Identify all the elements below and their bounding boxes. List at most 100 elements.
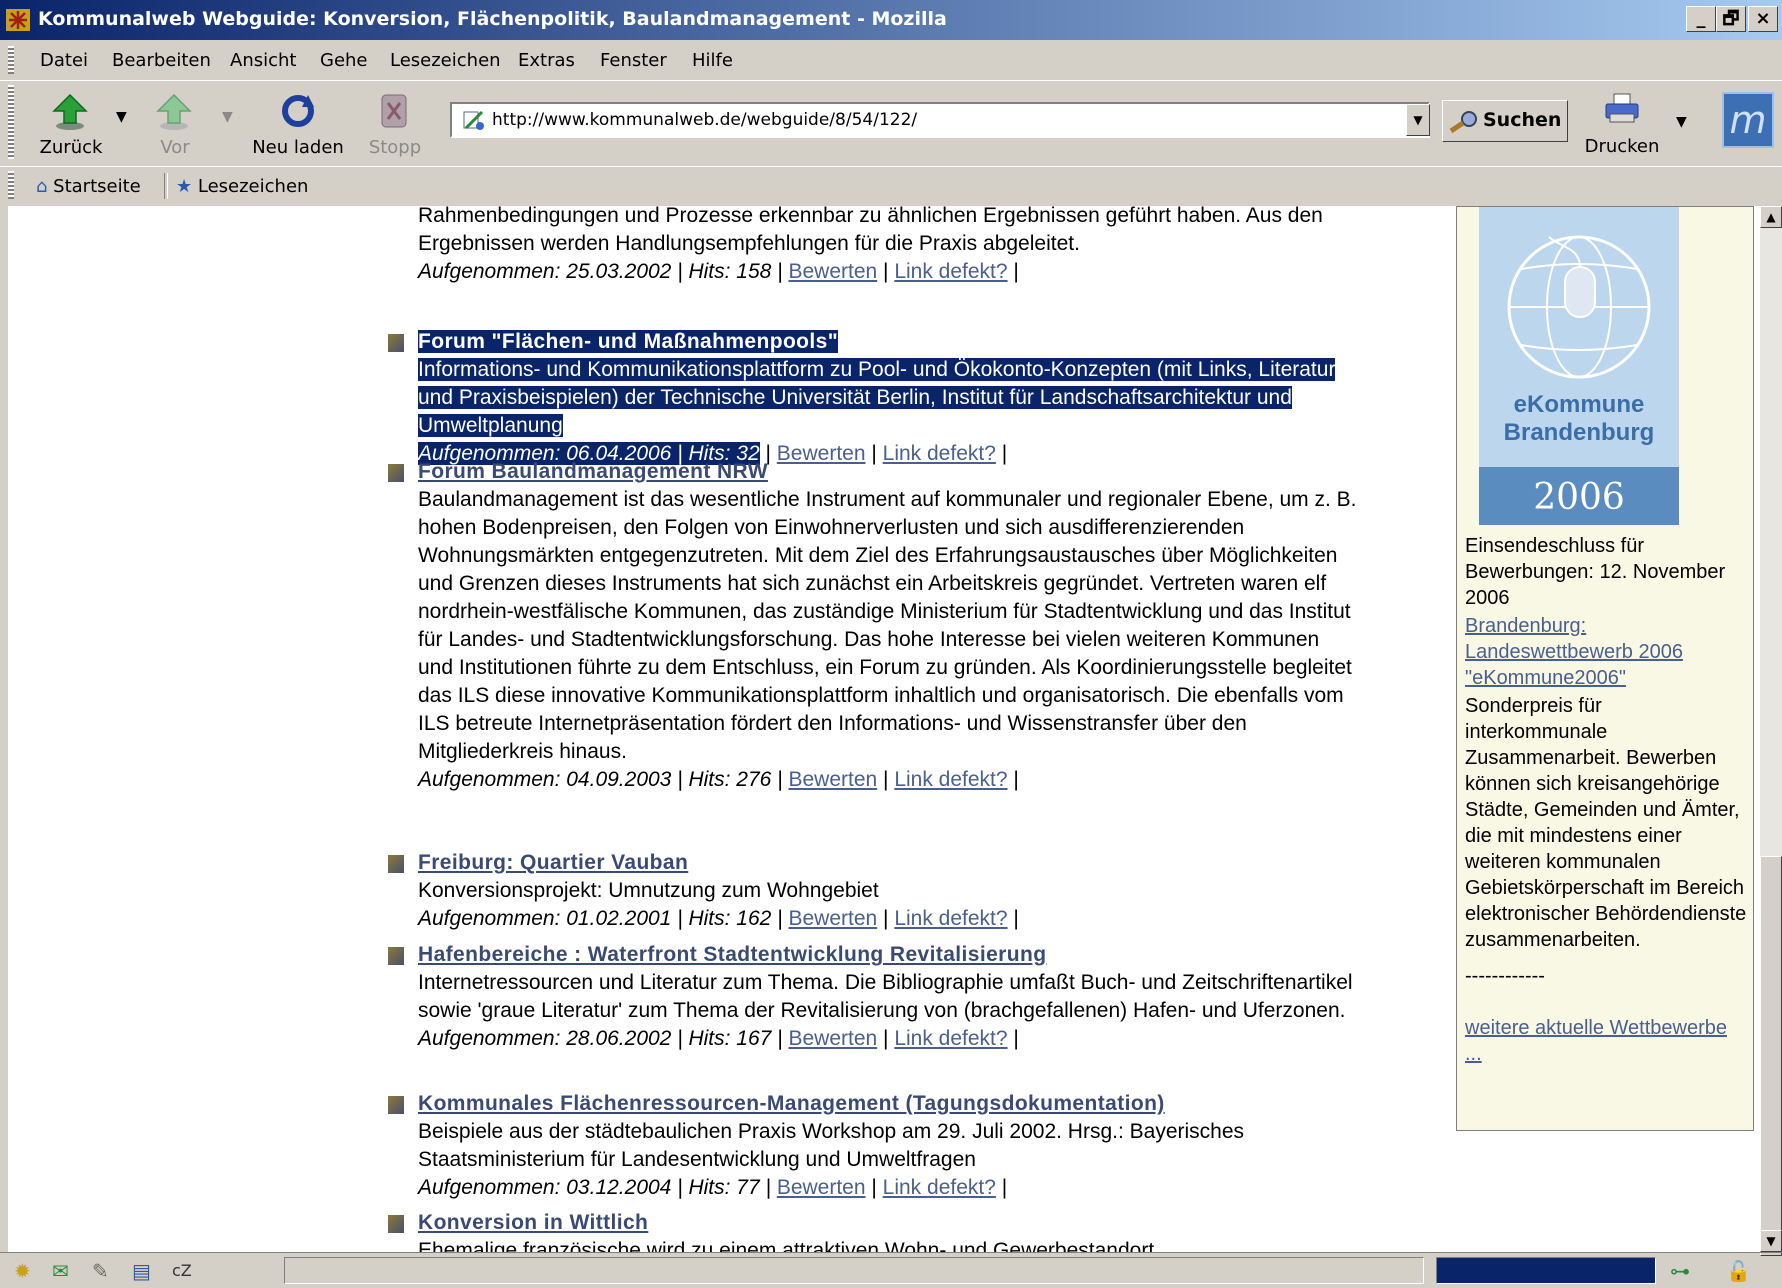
- badge-line2: Brandenburg: [1503, 419, 1655, 446]
- online-status-icon[interactable]: ⊶: [1670, 1259, 1690, 1283]
- sidebar-competition-box: eKommune Brandenburg 2006 Einsendeschlus…: [1456, 206, 1754, 1131]
- page-proxy-icon: [463, 110, 484, 130]
- menu-fenster[interactable]: Fenster: [600, 50, 667, 71]
- menu-hilfe[interactable]: Hilfe: [692, 50, 733, 71]
- composer-icon[interactable]: ✎: [92, 1259, 109, 1283]
- security-lock-icon[interactable]: 🔓: [1726, 1259, 1751, 1283]
- entry-title-link[interactable]: Hafenbereiche : Waterfront Stadtentwickl…: [418, 943, 1046, 966]
- bookmarks-label: Lesezeichen: [197, 176, 309, 197]
- entry-meta-text: Aufgenommen: 01.02.2001 | Hits: 162 |: [418, 907, 783, 930]
- rate-link[interactable]: Bewerten: [788, 768, 877, 791]
- back-dropdown-icon[interactable]: ▼: [116, 109, 127, 125]
- link-defect-link[interactable]: Link defekt?: [894, 907, 1007, 930]
- scrollbar-thumb[interactable]: [1760, 856, 1782, 1256]
- vertical-scrollbar[interactable]: ▲ ▼: [1760, 206, 1782, 1256]
- irc-chat-icon[interactable]: cZ: [172, 1261, 192, 1280]
- entry-description: Konversionsprojekt: Umnutzung zum Wohnge…: [418, 879, 879, 902]
- page-content[interactable]: Rahmenbedingungen und Prozesse erkennbar…: [8, 206, 1760, 1252]
- menu-ansicht[interactable]: Ansicht: [230, 50, 296, 71]
- bullet-icon: [388, 334, 404, 352]
- window-title: Kommunalweb Webguide: Konversion, Fläche…: [38, 8, 947, 30]
- list-item: Forum Baulandmanagement NRW Baulandmanag…: [388, 458, 1358, 794]
- print-button[interactable]: Drucken: [1582, 86, 1662, 162]
- back-button[interactable]: Zurück: [36, 87, 106, 163]
- link-defect-link[interactable]: Link defekt?: [894, 768, 1007, 791]
- reload-label: Neu laden: [252, 137, 344, 158]
- link-defect-link[interactable]: Link defekt?: [883, 1176, 996, 1199]
- printer-icon: [1605, 93, 1639, 123]
- forward-label: Vor: [160, 137, 190, 158]
- reload-button[interactable]: Neu laden: [250, 87, 346, 163]
- competition-description: Sonderpreis für interkommunale Zusammena…: [1465, 695, 1747, 951]
- menu-datei[interactable]: Datei: [40, 50, 88, 71]
- navigator-icon[interactable]: ✹: [14, 1259, 31, 1283]
- link-defect-link[interactable]: Link defekt?: [894, 1027, 1007, 1050]
- competition-link[interactable]: Brandenburg: Landeswettbewerb 2006 "eKom…: [1465, 613, 1749, 691]
- link-defect-link[interactable]: Link defekt?: [894, 260, 1007, 283]
- entry-meta-text: Aufgenommen: 28.06.2002 | Hits: 167 |: [418, 1027, 783, 1050]
- toolbar-grip[interactable]: [8, 85, 14, 159]
- list-item: Hafenbereiche : Waterfront Stadtentwickl…: [388, 941, 1358, 1053]
- entry-description: Baulandmanagement ist das wesentliche In…: [418, 488, 1357, 763]
- bookmarks-separator: [164, 173, 168, 199]
- scroll-down-icon[interactable]: ▼: [1760, 1230, 1782, 1252]
- stop-label: Stopp: [368, 137, 422, 158]
- forward-dropdown-icon[interactable]: ▼: [222, 109, 233, 125]
- more-competitions-link[interactable]: weitere aktuelle Wettbewerbe ...: [1465, 1015, 1749, 1067]
- url-text[interactable]: http://www.kommunalweb.de/webguide/8/54/…: [492, 110, 917, 130]
- menu-bearbeiten[interactable]: Bearbeiten: [112, 50, 211, 71]
- minimize-button[interactable]: _: [1686, 6, 1716, 32]
- home-label: Startseite: [53, 176, 141, 197]
- toolbar-grip[interactable]: [8, 171, 14, 199]
- entry-title-link[interactable]: Forum "Flächen- und Maßnahmenpools": [418, 330, 839, 353]
- status-text-panel: [284, 1257, 1424, 1284]
- home-bookmark[interactable]: ⌂ Startseite: [36, 176, 141, 197]
- search-label: Suchen: [1483, 109, 1562, 131]
- rate-link[interactable]: Bewerten: [788, 907, 877, 930]
- entry-meta: Aufgenommen: 04.09.2003 | Hits: 276 | Be…: [418, 768, 1019, 791]
- entry-title-link[interactable]: Konversion in Wittlich: [418, 1211, 648, 1234]
- rate-link[interactable]: Bewerten: [788, 260, 877, 283]
- mail-icon[interactable]: ✉: [52, 1259, 69, 1283]
- entry-description: Ehemalige französische wird zu einem att…: [418, 1239, 1155, 1252]
- restore-button[interactable]: 🗗: [1716, 6, 1746, 32]
- rate-link[interactable]: Bewerten: [788, 1027, 877, 1050]
- rate-link[interactable]: Bewerten: [777, 1176, 866, 1199]
- url-dropdown-icon[interactable]: ▼: [1406, 104, 1430, 136]
- bookmarks-menu-button[interactable]: ★ Lesezeichen: [176, 176, 308, 197]
- mozilla-app-icon: [6, 9, 30, 31]
- entry-description: Rahmenbedingungen und Prozesse erkennbar…: [418, 206, 1323, 255]
- print-dropdown-icon[interactable]: ▼: [1676, 114, 1687, 130]
- entry-description: Informations- und Kommunikationsplattfor…: [418, 358, 1336, 437]
- bullet-icon: [388, 855, 404, 873]
- address-book-icon[interactable]: ▤: [132, 1259, 151, 1283]
- toolbar-grip[interactable]: [8, 46, 14, 74]
- entry-meta: Aufgenommen: 03.12.2004 | Hits: 77 | Bew…: [418, 1176, 1008, 1199]
- bookmarks-toolbar: ⌂ Startseite ★ Lesezeichen: [0, 166, 1782, 205]
- entry-description: Beispiele aus der städtebaulichen Praxis…: [418, 1120, 1245, 1171]
- entry-title-link[interactable]: Kommunales Flächenressourcen-Management …: [418, 1092, 1165, 1115]
- window-title-bar[interactable]: Kommunalweb Webguide: Konversion, Fläche…: [0, 0, 1782, 40]
- menu-gehe[interactable]: Gehe: [320, 50, 368, 71]
- bullet-icon: [388, 1096, 404, 1114]
- scroll-up-icon[interactable]: ▲: [1760, 206, 1782, 228]
- url-bar[interactable]: http://www.kommunalweb.de/webguide/8/54/…: [450, 102, 1430, 138]
- close-button[interactable]: ×: [1748, 6, 1778, 32]
- menu-extras[interactable]: Extras: [518, 50, 575, 71]
- badge-year: 2006: [1533, 477, 1625, 518]
- entry-title-link[interactable]: Freiburg: Quartier Vauban: [418, 851, 688, 874]
- entry-title-link[interactable]: Forum Baulandmanagement NRW: [418, 460, 768, 483]
- search-button[interactable]: Suchen: [1442, 100, 1568, 142]
- bullet-icon: [388, 464, 404, 482]
- sidebar-divider: ------------: [1465, 965, 1545, 987]
- bullet-icon: [388, 947, 404, 965]
- forward-button[interactable]: Vor: [140, 87, 210, 163]
- entry-meta-text: Aufgenommen: 25.03.2002 | Hits: 158 |: [418, 260, 783, 283]
- reload-icon: [282, 95, 314, 127]
- mozilla-throbber-logo[interactable]: m: [1722, 92, 1774, 148]
- menu-lesezeichen[interactable]: Lesezeichen: [390, 50, 501, 71]
- stop-button[interactable]: Stopp: [360, 87, 430, 163]
- bullet-icon: [388, 1215, 404, 1233]
- back-arrow-icon: [52, 93, 88, 130]
- list-item: Freiburg: Quartier Vauban Konversionspro…: [388, 849, 1358, 933]
